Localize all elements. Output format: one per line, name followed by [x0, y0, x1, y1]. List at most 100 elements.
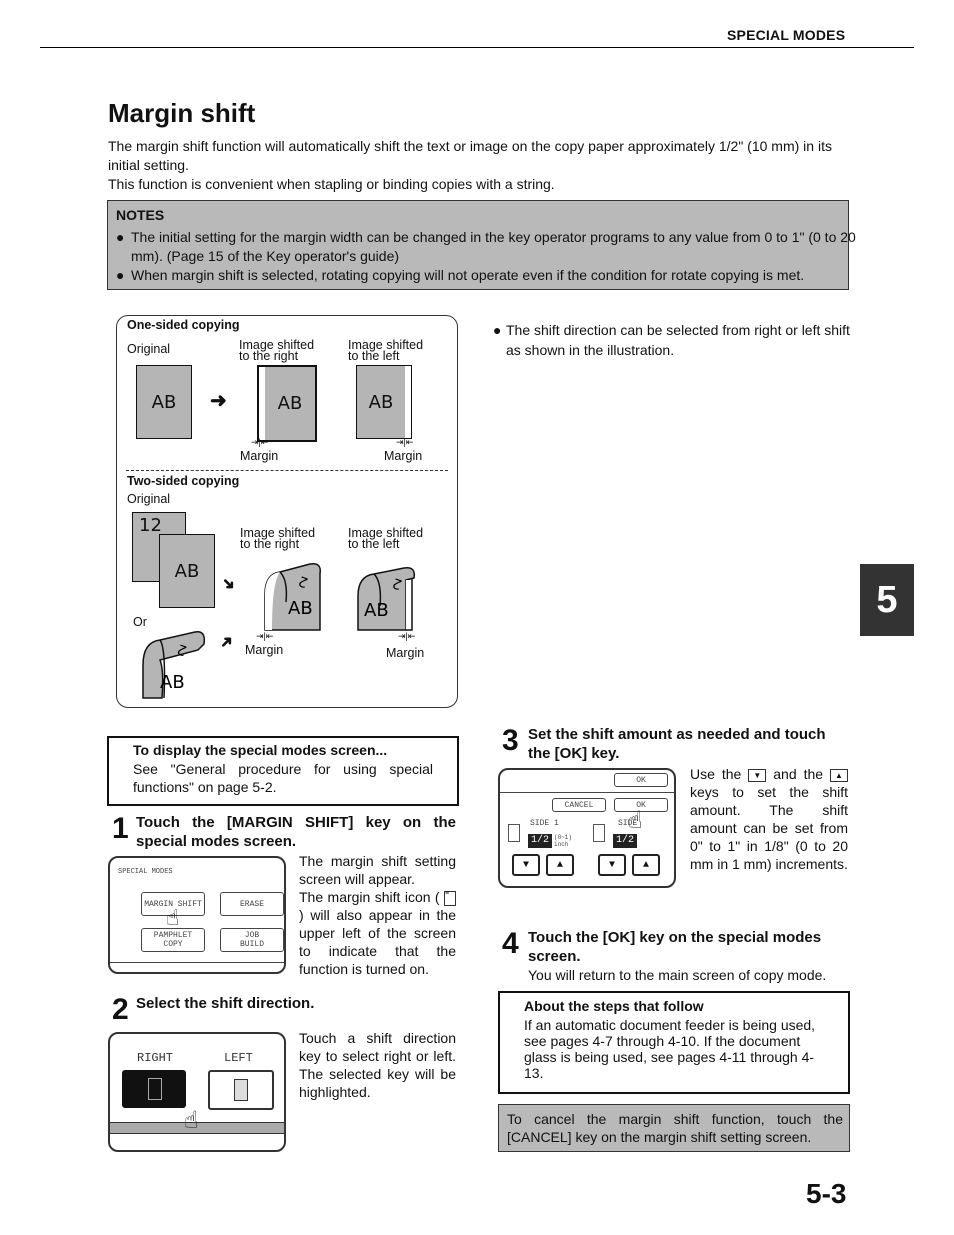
- or-label: Or: [133, 615, 147, 629]
- left-key[interactable]: [208, 1070, 274, 1110]
- side1-value: 1/2: [528, 834, 552, 848]
- shifted-left-page: AB: [356, 365, 412, 439]
- screen-title: SPECIAL MODES: [118, 868, 173, 876]
- display-special-modes-box: To display the special modes screen... S…: [107, 736, 459, 806]
- up-key-icon: ▲: [830, 768, 849, 782]
- side1-down-key[interactable]: ▼: [512, 854, 540, 876]
- side1-up-key[interactable]: ▲: [546, 854, 574, 876]
- step-heading: Touch the [MARGIN SHIFT] key on the spec…: [136, 814, 456, 850]
- cancel-note-text: To cancel the margin shift function, tou…: [507, 1111, 843, 1145]
- page-image: AB: [357, 366, 405, 438]
- down-key-icon: ▼: [748, 768, 767, 782]
- shift-left-label: Image shifted to the left: [348, 526, 424, 551]
- margin-label: Margin: [245, 643, 284, 657]
- about-steps-box: About the steps that follow If an automa…: [498, 991, 850, 1094]
- front-page: AB: [159, 534, 215, 608]
- side2-down-key[interactable]: ▼: [598, 854, 626, 876]
- dashed-divider: [126, 470, 448, 471]
- chapter-tab: 5: [860, 564, 914, 636]
- side2-value: 1/2: [613, 834, 637, 848]
- margin-shift-icon: ≡: [444, 890, 456, 906]
- step-text: Touch a shift direction key to select ri…: [299, 1030, 456, 1100]
- one-sided-title: One-sided copying: [127, 318, 240, 332]
- cancel-key[interactable]: CANCEL: [552, 798, 606, 812]
- note-item: ● When margin shift is selected, rotating…: [116, 266, 859, 285]
- original-page: AB: [136, 365, 192, 439]
- pointing-hand-icon: ☝: [166, 907, 180, 932]
- box-text: If an automatic document feeder is being…: [524, 1017, 816, 1081]
- step-heading: Set the shift amount as needed and touch…: [528, 726, 826, 762]
- job-build-key[interactable]: JOB BUILD: [220, 928, 284, 952]
- margin-shift-icon: [593, 824, 605, 842]
- curled-page-original: 2 AB: [142, 631, 206, 699]
- shifted-right-page: AB: [257, 365, 317, 442]
- intro-text: The margin shift function will automatic…: [108, 137, 850, 194]
- special-modes-screen: SPECIAL MODES MARGIN SHIFT ERASE PAMPHLE…: [108, 856, 286, 974]
- note-text: The shift direction can be selected from…: [506, 322, 850, 358]
- shift-direction-screen: RIGHT LEFT ☝: [108, 1032, 286, 1152]
- original-label: Original: [127, 342, 171, 356]
- note-text: When margin shift is selected, rotating …: [131, 267, 805, 283]
- pointing-hand-icon: ☝: [628, 809, 643, 836]
- page-text: AB: [160, 672, 185, 693]
- cancel-note-box: To cancel the margin shift function, tou…: [498, 1104, 850, 1152]
- margin-indicator-icon: ⇥|⇤: [251, 437, 269, 447]
- step-number: 2: [112, 993, 129, 1026]
- note-item: ● The initial setting for the margin widt…: [116, 228, 859, 266]
- step-number: 4: [502, 927, 519, 960]
- box-title: About the steps that follow: [524, 998, 704, 1014]
- bullet-icon: ●: [493, 322, 502, 338]
- note-text: The initial setting for the margin width…: [131, 229, 856, 264]
- step-text: Use the ▼ and the ▲ keys to set the shif…: [690, 766, 849, 872]
- margin-label: Margin: [240, 449, 279, 463]
- notes-box: NOTES ● The initial setting for the margi…: [107, 200, 856, 290]
- shift-direction-note: ● The shift direction can be selected fro…: [493, 320, 861, 360]
- shift-right-label: Image shifted to the right: [239, 338, 315, 363]
- header-rule: [40, 47, 914, 48]
- step-heading: Touch the [OK] key on the special modes …: [528, 929, 822, 965]
- margin-indicator-icon: ⇥|⇤: [398, 631, 416, 641]
- up-arrow-icon: ▲: [556, 859, 563, 871]
- ok-top-key[interactable]: OK: [614, 773, 668, 787]
- notes-title: NOTES: [116, 207, 165, 223]
- margin-indicator-icon: ⇥|⇤: [396, 437, 414, 447]
- erase-key[interactable]: ERASE: [220, 892, 284, 916]
- up-arrow-icon: ▲: [642, 859, 649, 871]
- shift-right-label: Image shifted to the right: [240, 526, 316, 551]
- margin-label: Margin: [384, 449, 423, 463]
- margin-label: Margin: [386, 646, 425, 660]
- arrow-right-icon: ➜: [210, 390, 227, 412]
- box-title: To display the special modes screen...: [133, 742, 388, 758]
- pointing-hand-icon: ☝: [184, 1109, 199, 1136]
- box-text: See "General procedure for using special…: [133, 761, 433, 795]
- shift-right-icon: [148, 1078, 162, 1100]
- intro-paragraph: The margin shift function will automatic…: [108, 138, 832, 173]
- range-label: (0~1) inch: [554, 834, 573, 848]
- svg-text:AB: AB: [288, 598, 313, 619]
- right-label: RIGHT: [137, 1051, 174, 1065]
- right-key[interactable]: [122, 1070, 186, 1108]
- step-text: You will return to the main screen of co…: [528, 967, 827, 983]
- step-number: 3: [502, 724, 519, 757]
- page-title: Margin shift: [108, 98, 256, 128]
- down-arrow-icon: ▼: [608, 859, 615, 871]
- shift-left-label: Image shifted to the left: [348, 338, 424, 363]
- margin-shift-icon: [508, 824, 520, 842]
- side1-label: SIDE 1: [530, 819, 559, 828]
- page-number: 5-3: [806, 1178, 847, 1209]
- section-header: SPECIAL MODES: [727, 27, 846, 43]
- side2-up-key[interactable]: ▲: [632, 854, 660, 876]
- shift-left-icon: [234, 1079, 248, 1101]
- step-number: 1: [112, 812, 129, 845]
- bullet-icon: ●: [116, 267, 125, 283]
- margin-indicator-icon: ⇥|⇤: [256, 631, 274, 641]
- original-label: Original: [127, 492, 171, 506]
- left-label: LEFT: [224, 1051, 253, 1065]
- curled-page-right: 2 AB: [264, 562, 322, 631]
- shift-amount-screen: OK CANCEL OK SIDE 1 SIDE 1/2 (0~1) inch 1…: [498, 768, 676, 888]
- two-sided-title: Two-sided copying: [127, 474, 240, 488]
- page-image: AB: [265, 367, 315, 440]
- intro-paragraph: This function is convenient when staplin…: [108, 176, 555, 192]
- svg-text:AB: AB: [364, 600, 389, 621]
- down-arrow-icon: ▼: [522, 859, 529, 871]
